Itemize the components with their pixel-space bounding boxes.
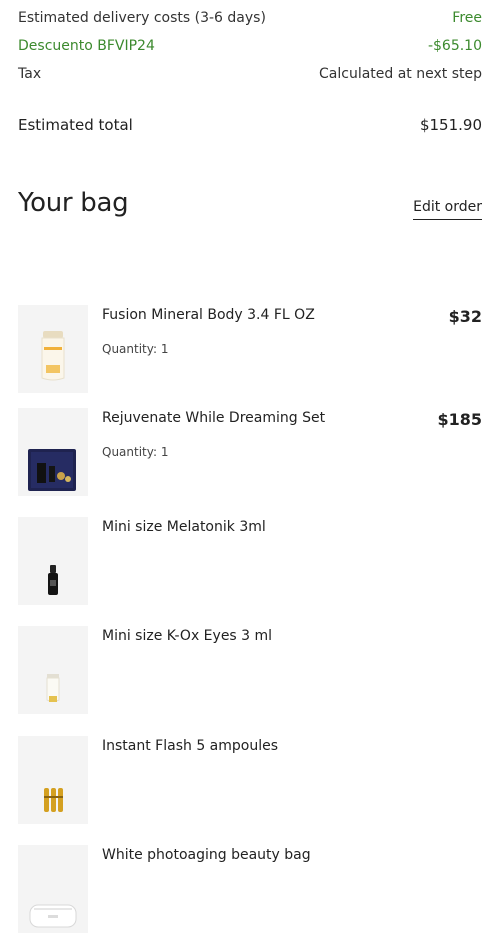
bag-item[interactable]: Fusion Mineral Body 3.4 FL OZ Quantity: … [18,305,482,393]
total-label: Estimated total [18,116,133,134]
product-thumbnail[interactable] [18,408,88,496]
ampoules-icon [44,788,63,812]
tax-row: Tax Calculated at next step [18,66,482,82]
product-thumbnail[interactable] [18,845,88,933]
discount-row: Descuento BFVIP24 -$65.10 [18,38,482,54]
bag-item[interactable]: Instant Flash 5 ampoules [18,736,482,824]
item-price: $32 [448,307,482,326]
bag-title: Your bag [18,188,129,218]
bag-item[interactable]: White photoaging beauty bag [18,845,482,933]
product-thumbnail[interactable] [18,736,88,824]
product-thumbnail[interactable] [18,305,88,393]
tax-value: Calculated at next step [319,66,482,82]
tax-label: Tax [18,66,42,82]
gift-set-box-icon [28,449,76,491]
edit-order-link[interactable]: Edit order [413,199,482,220]
bag-item[interactable]: Mini size Melatonik 3ml [18,517,482,605]
total-value: $151.90 [419,116,482,134]
discount-value: -$65.10 [427,38,482,54]
delivery-cost-row: Estimated delivery costs (3-6 days) Free [18,10,482,26]
product-thumbnail[interactable] [18,626,88,714]
delivery-label: Estimated delivery costs (3-6 days) [18,10,266,26]
item-quantity: Quantity: 1 [102,342,169,356]
bag-item[interactable]: Mini size K-Ox Eyes 3 ml [18,626,482,714]
item-name[interactable]: Mini size K-Ox Eyes 3 ml [102,628,272,644]
beauty-bag-icon [29,904,77,928]
product-thumbnail[interactable] [18,517,88,605]
item-name[interactable]: Rejuvenate While Dreaming Set [102,410,325,426]
dropper-bottle-icon [48,565,58,595]
total-row: Estimated total $151.90 [18,116,482,134]
mini-tube-icon [46,674,60,702]
discount-label: Descuento BFVIP24 [18,38,155,54]
item-price: $185 [437,410,482,429]
item-name[interactable]: White photoaging beauty bag [102,847,311,863]
bag-item[interactable]: Rejuvenate While Dreaming Set Quantity: … [18,408,482,496]
sunscreen-tube-icon [41,331,65,381]
item-name[interactable]: Fusion Mineral Body 3.4 FL OZ [102,307,315,323]
item-quantity: Quantity: 1 [102,445,169,459]
item-name[interactable]: Instant Flash 5 ampoules [102,738,278,754]
delivery-value: Free [452,10,482,26]
item-name[interactable]: Mini size Melatonik 3ml [102,519,266,535]
